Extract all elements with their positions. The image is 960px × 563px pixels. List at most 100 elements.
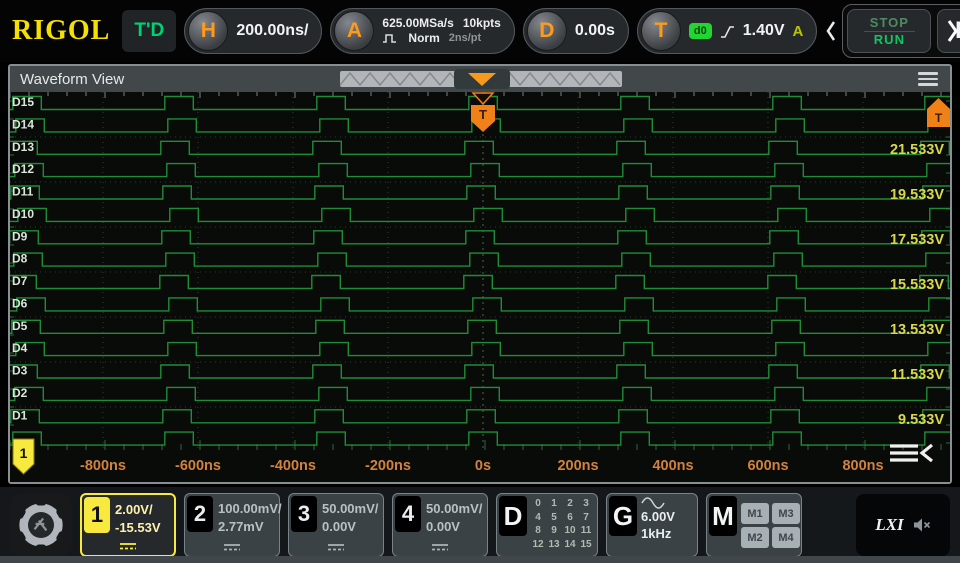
math-m3-button[interactable]: M3 (772, 503, 800, 524)
chevron-left-icon[interactable] (825, 20, 837, 42)
lxi-label: LXI (875, 515, 904, 534)
run-label: RUN (873, 32, 905, 47)
math-box[interactable]: M M1 M3 M2 M4 (706, 493, 802, 557)
generator-box-label: G (609, 496, 637, 536)
time-label-400ns: 400ns (652, 458, 693, 474)
channel3-box[interactable]: 3 50.00mV/ 0.00V (288, 493, 384, 557)
channel-label-D11: D11 (12, 185, 34, 199)
digital-channel-14[interactable]: 14 (562, 539, 578, 553)
generator-box[interactable]: G 6.00V 1kHz (606, 493, 698, 557)
channel-label-D8: D8 (12, 252, 28, 266)
settings-gear-button[interactable] (10, 494, 72, 556)
math-m1-button[interactable]: M1 (741, 503, 769, 524)
acquire-button[interactable]: A (334, 11, 375, 51)
digital-channel-9[interactable]: 9 (546, 525, 562, 539)
delay-button[interactable]: D (526, 11, 567, 51)
dc-coupling-icon (328, 544, 344, 551)
digital-channel-1[interactable]: 1 (546, 498, 562, 512)
dc-coupling-icon (432, 544, 448, 551)
channel1-scale: 2.00V/ (115, 502, 153, 517)
voltage-label-6: 9.533V (898, 412, 944, 428)
digital-channel-0[interactable]: 0 (530, 498, 546, 512)
svg-text:1: 1 (20, 445, 28, 461)
panel-title: Waveform View (20, 70, 125, 88)
panel-titlebar[interactable]: Waveform View (10, 66, 950, 92)
channel-label-D14: D14 (12, 117, 34, 131)
generator-voltage: 6.00V (641, 509, 675, 524)
pulse-icon (383, 34, 397, 43)
math-box-label: M (709, 496, 737, 536)
waveform-plot-area[interactable]: D15 D14 D13 D12 D11 D10 D9 D8 D7 D6 D5 D4 D3 D2 D1 21.5… (10, 92, 950, 482)
channel-label-D4: D4 (12, 341, 28, 355)
channel4-offset: 0.00V (426, 518, 460, 534)
hamburger-menu-icon[interactable] (918, 72, 938, 86)
digital-box-label: D (499, 496, 527, 536)
dc-coupling-icon (224, 544, 240, 551)
quick-actions-group: STOP RUN Default Me (842, 4, 960, 58)
channel2-box[interactable]: 2 100.00mV/ 2.77mV (184, 493, 282, 557)
voltage-label-0: 21.533V (890, 142, 944, 158)
digital-channel-15[interactable]: 15 (578, 539, 594, 553)
time-label--200ns: -200ns (365, 458, 411, 474)
voltage-label-3: 15.533V (890, 277, 944, 293)
channel-label-D12: D12 (12, 162, 34, 176)
channel1-box[interactable]: 1 2.00V/ -15.53V (80, 493, 176, 557)
channel2-offset: 2.77mV (218, 518, 264, 534)
channel-label-D3: D3 (12, 364, 28, 378)
trigger-settings-pill[interactable]: T d0 1.40V A (636, 8, 818, 54)
stop-run-button[interactable]: STOP RUN (847, 9, 932, 53)
acquire-settings-pill[interactable]: A 625.00MSa/s 10kpts Norm 2ns/pt (330, 8, 515, 54)
svg-text:T: T (479, 107, 487, 122)
math-m4-button[interactable]: M4 (772, 527, 800, 548)
digital-channel-13[interactable]: 13 (546, 539, 562, 553)
digital-channel-grid: 0 1 2 3 4 5 6 7 8 9 10 11 12 13 14 15 (530, 494, 597, 552)
delay-settings-pill[interactable]: D 0.00s (522, 8, 629, 54)
channel-label-D9: D9 (12, 229, 28, 243)
digital-channel-12[interactable]: 12 (530, 539, 546, 553)
bottom-channel-bar: 1 2.00V/ -15.53V 2 100.00mV/ 2.77mV 3 50… (0, 487, 960, 563)
horizontal-settings-pill[interactable]: H 200.00ns/ (184, 8, 323, 54)
digital-channel-5[interactable]: 5 (546, 512, 562, 526)
digital-channel-11[interactable]: 11 (578, 525, 594, 539)
channel-label-D15: D15 (12, 95, 34, 109)
digital-channel-2[interactable]: 2 (562, 498, 578, 512)
trigger-level-value: 1.40V (742, 22, 785, 39)
chevron-right-icon[interactable] (945, 18, 959, 44)
voltage-label-4: 13.533V (890, 322, 944, 338)
channel-label-D1: D1 (12, 408, 28, 422)
time-label-0s: 0s (475, 458, 491, 474)
channel4-box[interactable]: 4 50.00mV/ 0.00V (392, 493, 488, 557)
bottom-bezel (0, 556, 960, 563)
lxi-status-area: LXI (856, 494, 950, 556)
digital-channels-box[interactable]: D 0 1 2 3 4 5 6 7 8 9 10 11 12 13 14 15 (496, 493, 598, 557)
channel-label-D5: D5 (12, 319, 28, 333)
digital-channel-8[interactable]: 8 (530, 525, 546, 539)
math-m2-button[interactable]: M2 (741, 527, 769, 548)
horizontal-scale-value: 200.00ns/ (236, 22, 309, 39)
memory-depth-value: 10kpts (462, 16, 501, 30)
trigger-button[interactable]: T (640, 11, 681, 51)
digital-channel-7[interactable]: 7 (578, 512, 594, 526)
generator-frequency: 1kHz (641, 525, 672, 541)
channel3-number: 3 (291, 496, 317, 532)
stop-label: STOP (863, 15, 915, 32)
dc-coupling-icon (120, 543, 136, 550)
time-label-600ns: 600ns (747, 458, 788, 474)
channel-label-D10: D10 (12, 207, 34, 221)
digital-channel-6[interactable]: 6 (562, 512, 578, 526)
rigol-logo: RIGOL (12, 15, 111, 46)
digital-channel-10[interactable]: 10 (562, 525, 578, 539)
digital-channel-4[interactable]: 4 (530, 512, 546, 526)
channel4-scale: 50.00mV/ (426, 501, 483, 516)
delay-value: 0.00s (574, 22, 615, 39)
channel2-scale: 100.00mV/ (218, 501, 282, 516)
channel4-number: 4 (395, 496, 421, 532)
top-toolbar: RIGOL T'D H 200.00ns/ A 625.00MSa/s 10kp… (0, 0, 960, 62)
channel-label-D7: D7 (12, 274, 28, 288)
time-label--400ns: -400ns (270, 458, 316, 474)
waveform-overview-scrollbar[interactable] (339, 69, 622, 89)
channel2-number: 2 (187, 496, 213, 532)
horizontal-button[interactable]: H (188, 11, 229, 51)
digital-channel-3[interactable]: 3 (578, 498, 594, 512)
speaker-muted-icon[interactable] (913, 517, 931, 533)
